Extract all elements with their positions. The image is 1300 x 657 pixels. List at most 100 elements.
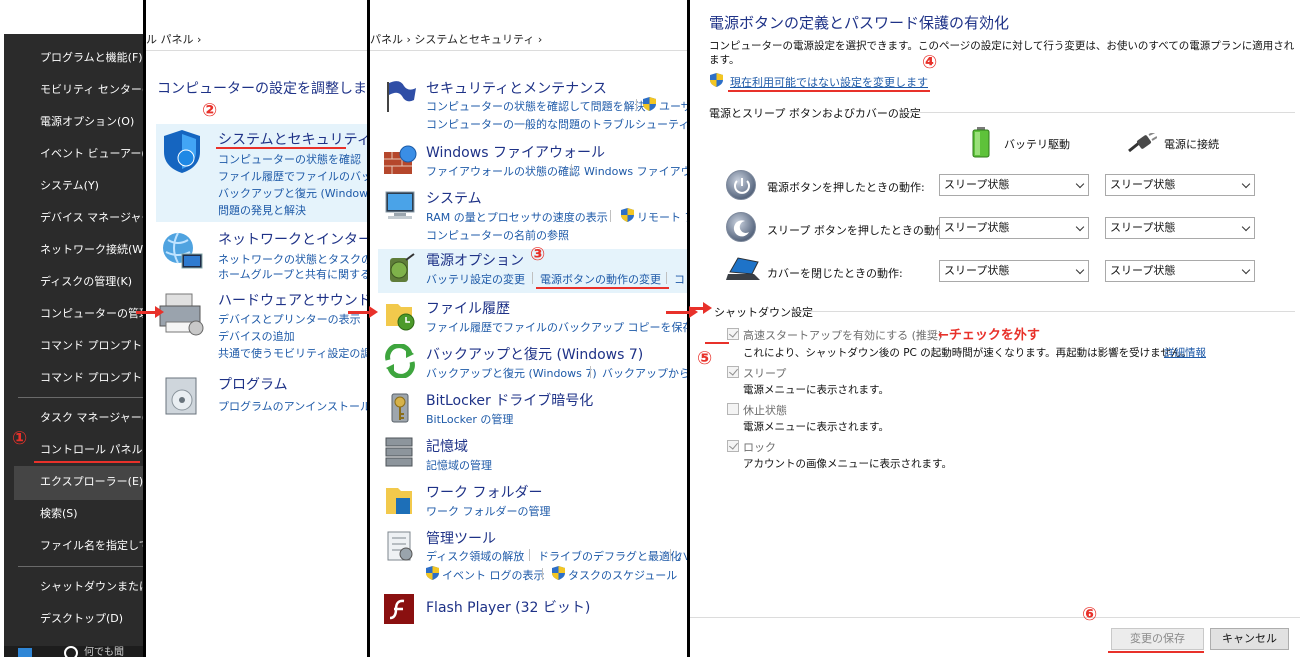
group-label-shutdown: シャットダウン設定 — [714, 306, 813, 319]
category-network[interactable]: ネットワークとインターネット — [218, 229, 367, 249]
menu-item-task-manager[interactable]: タスク マネージャー(T) — [40, 409, 143, 427]
link-work-folders-manage[interactable]: ワーク フォルダーの管理 — [426, 503, 551, 519]
link-uninstall[interactable]: プログラムのアンインストール — [218, 398, 367, 414]
more-info-link[interactable]: 詳細情報 — [1164, 345, 1206, 360]
category-system-security[interactable]: システムとセキュリティ — [218, 129, 367, 149]
section-flash-player[interactable]: Flash Player (32 ビット) — [426, 597, 590, 617]
link-power-more[interactable]: コ — [674, 271, 685, 287]
breadcrumb[interactable]: ル パネル › — [146, 31, 201, 47]
menu-item-cmd[interactable]: コマンド プロンプト(C) — [40, 337, 143, 355]
change-unavailable-settings-link[interactable]: 現在利用可能ではない設定を変更します — [730, 74, 928, 90]
breadcrumb[interactable]: パネル › システムとセキュリティ › — [370, 31, 542, 47]
save-button[interactable]: 変更の保存 — [1111, 628, 1204, 650]
menu-item-cmd-admin[interactable]: コマンド プロンプト (管理者)(A) — [40, 369, 143, 387]
menu-item-disk[interactable]: ディスクの管理(K) — [40, 273, 143, 291]
link-separator — [610, 210, 611, 222]
section-admin-tools[interactable]: 管理ツール — [426, 528, 496, 548]
menu-item-desktop[interactable]: デスクトップ(D) — [40, 610, 143, 628]
link-file-history[interactable]: ファイル履歴でファイルのバックアップ — [218, 168, 367, 184]
link-separator — [670, 549, 671, 561]
page-title: コンピューターの設定を調整します — [157, 81, 367, 97]
column-battery: バッテリ駆動 — [1004, 138, 1070, 151]
link-firewall-status[interactable]: ファイアウォールの状態の確認 — [426, 163, 580, 179]
section-firewall[interactable]: Windows ファイアウォール — [426, 142, 605, 162]
menu-item-shutdown[interactable]: シャットダウンまたはサインアウト(U) — [40, 578, 143, 596]
menu-item-explorer[interactable]: エクスプローラー(E) — [40, 473, 143, 491]
cancel-button[interactable]: キャンセル — [1210, 628, 1289, 650]
link-storage-manage[interactable]: 記憶域の管理 — [426, 457, 492, 473]
section-system[interactable]: システム — [426, 188, 482, 208]
link-homegroup[interactable]: ホームグループと共有に関するオプション — [218, 266, 367, 282]
link-remote-access[interactable]: リモート アク — [637, 209, 687, 225]
taskbar-search-text[interactable]: 何でも聞 — [84, 643, 124, 657]
menu-item-search[interactable]: 検索(S) — [40, 505, 143, 523]
link-file-history-save[interactable]: ファイル履歴でファイルのバックアップ コピーを保存 — [426, 319, 687, 335]
menu-item-run[interactable]: ファイル名を指定して実行(R) — [40, 537, 143, 555]
lid-close-battery-select[interactable]: スリープ状態 — [939, 260, 1089, 282]
link-backup-restore-7[interactable]: バックアップと復元 (Windows 7) — [426, 365, 597, 381]
flash-player-icon — [384, 594, 414, 624]
link-computer-name[interactable]: コンピューターの名前の参照 — [426, 227, 569, 243]
category-programs[interactable]: プログラム — [218, 374, 288, 394]
link-add-device[interactable]: デバイスの追加 — [218, 328, 295, 344]
sleep-checkbox[interactable] — [727, 366, 739, 378]
link-devices-printers[interactable]: デバイスとプリンターの表示 — [218, 311, 361, 327]
link-check-resolve[interactable]: コンピューターの状態を確認して問題を解決 — [426, 98, 646, 114]
menu-item-device-manager[interactable]: デバイス マネージャー(M) — [40, 209, 143, 227]
cortana-icon[interactable] — [64, 646, 78, 657]
lid-close-plugged-select[interactable]: スリープ状態 — [1105, 260, 1255, 282]
menu-item-event-viewer[interactable]: イベント ビューアー(V) — [40, 145, 143, 163]
sleep-button-battery-select[interactable]: スリープ状態 — [939, 217, 1089, 239]
link-separator — [666, 272, 667, 284]
link-event-log[interactable]: イベント ログの表示 — [442, 567, 545, 583]
link-battery-settings[interactable]: バッテリ設定の変更 — [426, 271, 525, 287]
menu-item-system[interactable]: システム(Y) — [40, 177, 143, 195]
arrow-right-icon — [348, 306, 378, 318]
select-value: スリープ状態 — [1110, 221, 1176, 234]
menu-item-network[interactable]: ネットワーク接続(W) — [40, 241, 143, 259]
link-ram-speed[interactable]: RAM の量とプロセッサの速度の表示 — [426, 209, 608, 225]
link-firewall-apps[interactable]: Windows ファイアウォール — [584, 163, 687, 179]
link-restore-from-backup[interactable]: バックアップからファ — [602, 365, 687, 381]
chevron-down-icon — [1241, 179, 1251, 189]
firewall-icon — [384, 145, 417, 174]
step-number-2: ② — [202, 100, 218, 121]
section-work-folders[interactable]: ワーク フォルダー — [426, 482, 542, 502]
menu-item-power[interactable]: 電源オプション(O) — [40, 113, 143, 131]
link-network-status[interactable]: ネットワークの状態とタスクの表示 — [218, 251, 367, 267]
link-troubleshoot[interactable]: 問題の発見と解決 — [218, 202, 306, 218]
section-backup-restore[interactable]: バックアップと復元 (Windows 7) — [426, 344, 643, 364]
select-value: スリープ状態 — [944, 178, 1010, 191]
link-admin-more[interactable]: ハ — [677, 548, 687, 564]
section-power-options[interactable]: 電源オプション — [426, 250, 524, 270]
menu-item-programs[interactable]: プログラムと機能(F) — [40, 49, 143, 67]
category-hardware-sound[interactable]: ハードウェアとサウンド — [218, 290, 367, 310]
link-troubleshooting[interactable]: コンピューターの一般的な問題のトラブルシューティング — [426, 116, 687, 132]
menu-item-control-panel[interactable]: コントロール パネル(P) — [40, 441, 143, 459]
windows-logo-icon[interactable] — [18, 648, 32, 657]
section-security-maintenance[interactable]: セキュリティとメンテナンス — [426, 78, 607, 98]
link-check-status[interactable]: コンピューターの状態を確認 — [218, 151, 361, 167]
link-defrag[interactable]: ドライブのデフラグと最適化 — [538, 548, 681, 564]
menu-item-mobility[interactable]: モビリティ センター(B) — [40, 81, 143, 99]
group-divider — [798, 311, 1295, 312]
system-security-window: パネル › システムとセキュリティ › セキュリティとメンテナンス コンピュータ… — [370, 0, 687, 657]
link-task-scheduler[interactable]: タスクのスケジュール — [568, 567, 677, 583]
section-bitlocker[interactable]: BitLocker ドライブ暗号化 — [426, 390, 593, 410]
power-button-battery-select[interactable]: スリープ状態 — [939, 174, 1089, 196]
link-backup-restore[interactable]: バックアップと復元 (Windows 7) — [218, 185, 367, 201]
link-disk-cleanup[interactable]: ディスク領域の解放 — [426, 548, 524, 564]
fast-startup-checkbox[interactable] — [727, 328, 739, 340]
link-bitlocker-manage[interactable]: BitLocker の管理 — [426, 411, 513, 427]
lock-checkbox[interactable] — [727, 440, 739, 452]
hibernate-checkbox[interactable] — [727, 403, 739, 415]
power-button-plugged-select[interactable]: スリープ状態 — [1105, 174, 1255, 196]
link-mobility[interactable]: 共通で使うモビリティ設定の調整 — [218, 345, 367, 361]
section-storage[interactable]: 記憶域 — [426, 436, 468, 456]
section-file-history[interactable]: ファイル履歴 — [426, 298, 510, 318]
work-folders-icon — [386, 488, 412, 514]
sleep-button-plugged-select[interactable]: スリープ状態 — [1105, 217, 1255, 239]
link-power-button-action[interactable]: 電源ボタンの動作の変更 — [540, 271, 661, 287]
link-user-account[interactable]: ユーザー — [659, 98, 687, 114]
menu-item-computer-mgmt[interactable]: コンピューターの管理(G) — [40, 305, 143, 323]
